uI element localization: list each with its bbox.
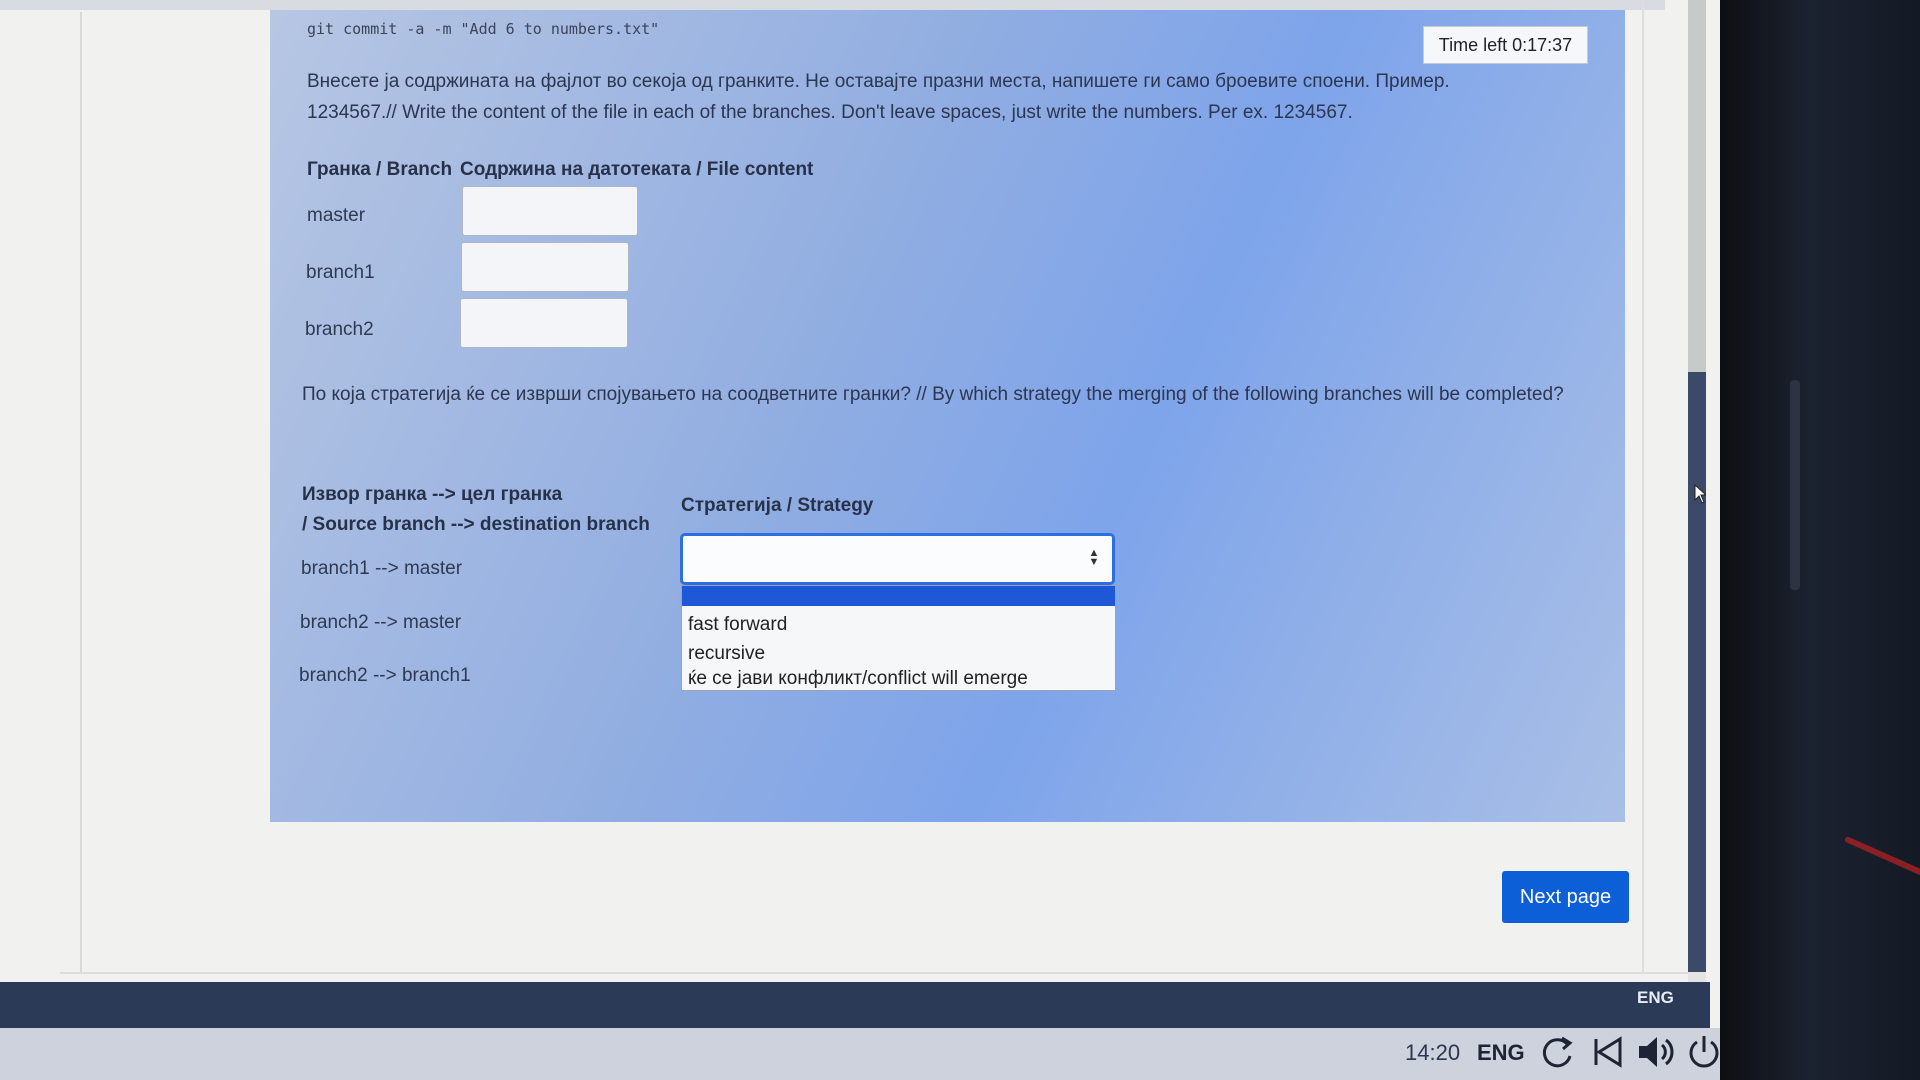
bottom-divider — [60, 972, 1700, 974]
refresh-icon[interactable] — [1535, 1030, 1579, 1074]
strategy-select[interactable]: ▲ ▼ — [680, 533, 1115, 585]
right-divider — [1642, 0, 1644, 972]
option-fast-forward[interactable]: fast forward — [688, 614, 787, 636]
language-indicator[interactable]: ENG — [1477, 1040, 1525, 1066]
strategy-column-header: Стратегија / Strategy — [681, 495, 874, 516]
upper-taskbar — [0, 982, 1710, 1028]
git-command-text: git commit -a -m "Add 6 to numbers.txt" — [307, 20, 660, 38]
language-indicator-top: ENG — [1637, 988, 1674, 1007]
option-conflict[interactable]: ќе се јави конфликт/conflict will emerge — [688, 668, 1028, 690]
strategy-options-list: fast forward recursive ќе се јави конфли… — [681, 585, 1116, 691]
power-icon[interactable] — [1688, 1030, 1720, 1074]
select-updown-icon: ▲ ▼ — [1088, 547, 1100, 568]
file-content-column-header: Содржина на датотеката / File content — [460, 159, 814, 180]
highlighted-blank-option[interactable] — [682, 586, 1115, 606]
merge-row-label: branch2 --> branch1 — [299, 665, 471, 686]
back-icon[interactable] — [1586, 1030, 1630, 1074]
mouse-pointer-icon — [1694, 484, 1706, 504]
merge-strategy-question: По која стратегија ќе се изврши спојувањ… — [302, 384, 1564, 405]
option-recursive[interactable]: recursive — [688, 643, 765, 665]
monitor-screen: git commit -a -m "Add 6 to numbers.txt" … — [0, 0, 1720, 1080]
instructions-text: Внесете ја содржината на фајлот во секој… — [307, 71, 1450, 123]
top-strip — [0, 0, 1665, 10]
source-branch-header-line2: / Source branch --> destination branch — [302, 514, 650, 535]
scrollbar-thumb[interactable] — [1688, 0, 1706, 372]
master-content-input[interactable] — [462, 186, 638, 236]
source-branch-header-line1: Извор гранка --> цел гранка — [302, 484, 563, 505]
question-panel: git commit -a -m "Add 6 to numbers.txt" … — [270, 10, 1625, 822]
branch1-content-input[interactable] — [461, 242, 629, 292]
time-left-badge: Time left 0:17:37 — [1423, 26, 1588, 64]
merge-row-label: branch1 --> master — [301, 558, 463, 579]
row-label-branch1: branch1 — [306, 262, 375, 283]
clock: 14:20 — [1405, 1040, 1461, 1065]
scrollbar-lower-track — [1688, 372, 1706, 972]
volume-icon[interactable] — [1633, 1030, 1677, 1074]
row-label-branch2: branch2 — [305, 319, 374, 340]
bezel-reflection — [1790, 380, 1800, 590]
branch2-content-input[interactable] — [460, 298, 628, 348]
row-label-master: master — [307, 205, 366, 226]
monitor-bezel — [1720, 0, 1920, 1080]
next-page-button[interactable]: Next page — [1502, 871, 1629, 923]
bottom-taskbar — [0, 1028, 1720, 1080]
left-divider — [80, 12, 82, 972]
merge-row-label: branch2 --> master — [300, 612, 462, 633]
branch-column-header: Гранка / Branch — [307, 159, 453, 180]
